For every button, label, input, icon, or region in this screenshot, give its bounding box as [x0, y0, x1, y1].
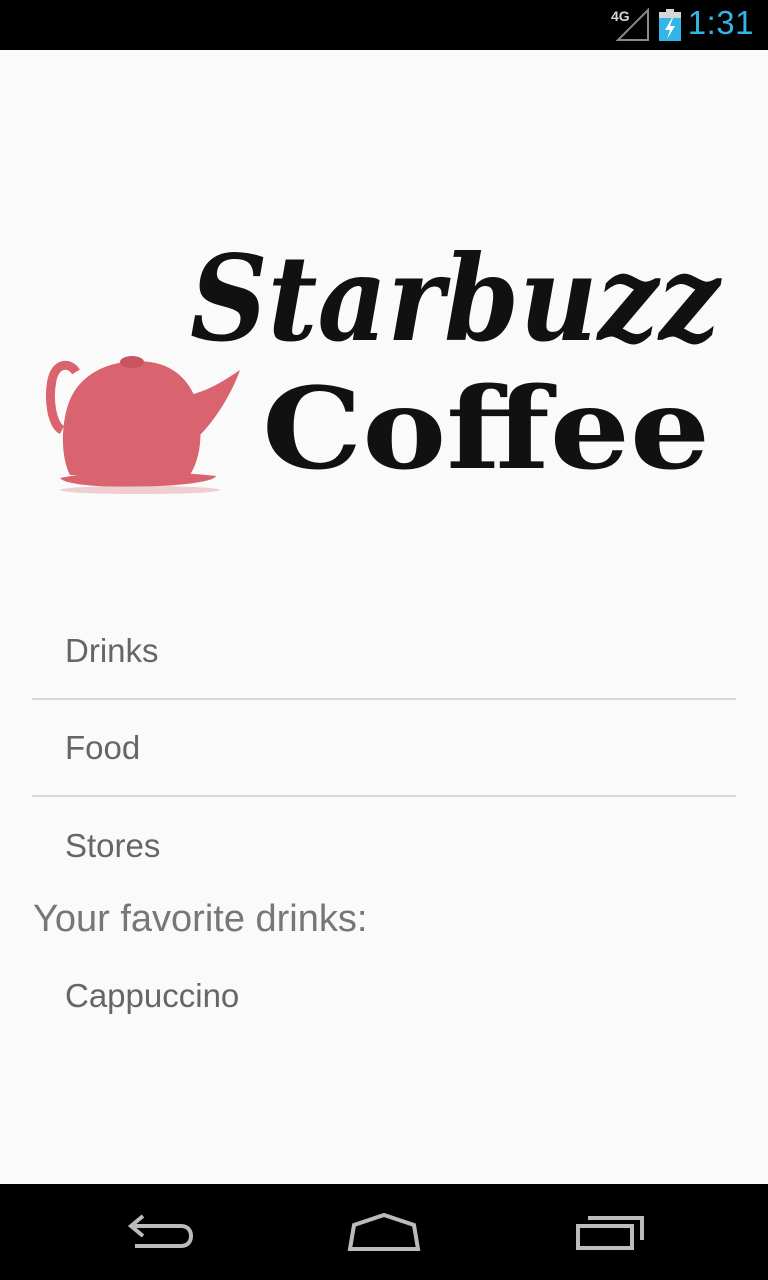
screen: 4G 1:31 Starbuzz Coffee Drinks Food Stor…: [0, 0, 768, 1280]
signal-icon: [615, 8, 649, 41]
teapot-icon: [45, 356, 240, 494]
logo-text-line1: Starbuzz: [190, 229, 723, 368]
home-button[interactable]: [339, 1206, 429, 1258]
category-item-drinks[interactable]: Drinks: [32, 603, 736, 700]
category-item-stores[interactable]: Stores: [32, 797, 736, 894]
back-button[interactable]: [115, 1206, 205, 1258]
favorite-item-cappuccino[interactable]: Cappuccino: [32, 953, 736, 1039]
recent-apps-icon: [576, 1216, 644, 1250]
recent-apps-button[interactable]: [565, 1206, 655, 1258]
favorites-list: Cappuccino: [32, 955, 736, 1039]
category-list: Drinks Food Stores: [32, 603, 736, 894]
clock: 1:31: [687, 4, 754, 41]
favorites-header: Your favorite drinks:: [33, 898, 368, 940]
status-bar: 4G 1:31: [0, 0, 768, 50]
category-item-food[interactable]: Food: [32, 700, 736, 797]
logo-text-line2: Coffee: [262, 364, 710, 495]
battery-charging-icon: [659, 9, 681, 41]
starbuzz-logo: Starbuzz Coffee: [40, 190, 730, 500]
navigation-bar: [0, 1184, 768, 1280]
back-icon: [127, 1214, 194, 1248]
home-icon: [347, 1212, 421, 1251]
